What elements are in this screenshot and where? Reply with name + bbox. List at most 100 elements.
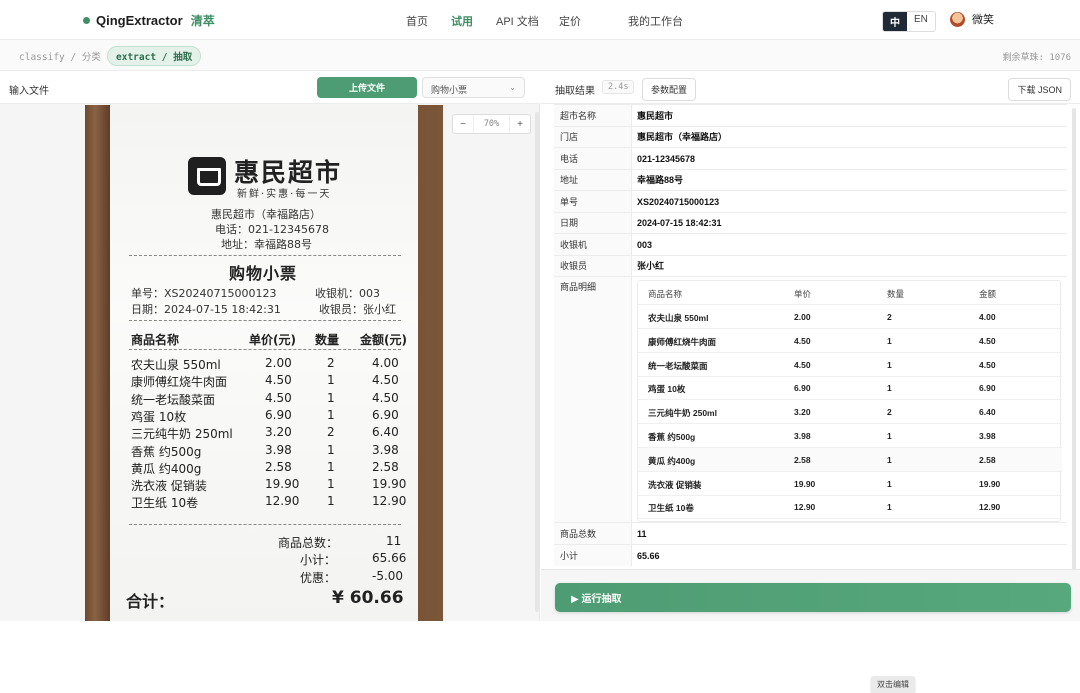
receipt-item-qty: 1 [327,459,335,474]
receipt-branch: 惠民超市（幸福路店） [211,208,321,221]
table-row[interactable]: 卫生纸 10卷 12.90 1 12.90 [638,495,1062,520]
items-cell-qty: 1 [887,478,892,489]
zoom-control: − 70% + [452,114,531,134]
table-row[interactable]: 统一老坛酸菜面 4.50 1 4.50 [638,353,1062,377]
divider [129,349,401,350]
result-field-key: 商品总数 [554,523,632,544]
receipt-address: 地址：幸福路88号 [221,238,312,251]
receipt-item-qty: 2 [327,425,335,440]
tab-classify[interactable]: classify / 分类 [19,49,101,63]
table-row[interactable]: 黄瓜 约400g 2.58 1 2.58 [638,447,1062,472]
table-row[interactable]: 农夫山泉 550ml 2.00 2 4.00 [638,305,1062,329]
result-field-value[interactable]: 021-12345678 [632,148,1067,169]
run-extract-button[interactable]: ▶ 运行抽取 [555,583,1071,612]
result-field-key: 收银机 [554,234,632,255]
items-cell-price: 3.98 [794,431,811,441]
items-cell-amount: 6.90 [979,383,996,394]
items-cell-name: 康师傅红烧牛肉面 [648,336,717,347]
result-field-value[interactable]: 幸福路88号 [632,170,1067,190]
user-name: 微笑 [972,14,994,26]
result-field-row: 收银员 张小红 [554,255,1067,276]
receipt-count-label: 商品总数： [278,536,339,550]
result-field-key: 日期 [554,213,632,233]
result-field-value[interactable]: XS20240715000123 [632,191,1067,212]
result-field-value[interactable]: 65.66 [632,545,1067,566]
avatar [950,11,965,27]
items-cell-price: 2.00 [794,312,811,322]
receipt-paper: 惠民超市 新鲜·实惠·每一天 惠民超市（幸福路店） 电话：021-1234567… [110,105,418,621]
top-nav: QingExtractor 清萃 首页 试用 API 文档 定价 我的工作台 中… [0,0,1080,40]
table-row[interactable]: 鸡蛋 10枚 6.90 1 6.90 [638,376,1062,401]
result-field-key: 商品明细 [554,277,632,522]
divider [129,320,401,321]
divider [129,524,401,525]
table-row[interactable]: 洗衣液 促销装 19.90 1 19.90 [638,472,1062,496]
user-menu[interactable]: 微笑 [950,11,994,27]
nav-home[interactable]: 首页 [406,13,428,29]
input-pane-header: 输入文件 上传文件 购物小票 ⌄ [0,72,540,104]
receipt-item-qty: 1 [327,390,335,405]
receipt-store-name: 惠民超市 [234,158,343,187]
language-switch: 中 EN [882,11,936,32]
result-field-value[interactable]: 惠民超市 [632,105,1067,126]
result-field-value[interactable]: 张小红 [632,256,1067,276]
zoom-out-button[interactable]: − [453,119,473,130]
result-field-key: 电话 [554,148,632,169]
result-field-row: 地址 幸福路88号 [554,169,1067,190]
receipt-item-amount: 3.98 [372,442,399,457]
receipt-item-price: 12.90 [265,494,300,509]
result-field-row: 商品总数 11 [554,522,1067,544]
receipt-image: 惠民超市 新鲜·实惠·每一天 惠民超市（幸福路店） 电话：021-1234567… [85,105,443,621]
receipt-item-name: 香蕉 约500g [131,444,202,459]
table-row[interactable]: 三元纯牛奶 250ml 3.20 2 6.40 [638,400,1062,425]
zoom-in-button[interactable]: + [510,119,530,130]
items-cell-amount: 6.40 [979,407,996,418]
items-table: 商品名称 单价 数量 金额 农夫山泉 550ml 2.00 2 4.00 康师傅红烧牛肉… [637,280,1062,693]
items-cell-name: 农夫山泉 550ml [648,313,709,323]
items-cell-price: 4.50 [794,359,811,370]
upload-button[interactable]: 上传文件 [317,77,417,98]
items-cell-qty: 1 [887,454,892,465]
right-scrollbar[interactable] [1072,108,1076,603]
table-row[interactable]: 康师傅红烧牛肉面 4.50 1 4.50 [638,329,1062,353]
cart-logo-icon [188,157,226,195]
result-field-value[interactable]: 003 [632,234,1067,255]
result-field-row: 超市名称 惠民超市 [554,104,1067,126]
receipt-item-amount: 6.40 [372,425,399,440]
items-col-name: 商品名称 [648,289,683,299]
receipt-item-amount: 4.00 [372,356,399,370]
receipt-item-price: 19.90 [265,477,300,492]
receipt-item-price: 2.58 [265,459,292,474]
nav-workspace[interactable]: 我的工作台 [628,13,683,29]
receipt-item-name: 统一老坛酸菜面 [131,392,216,407]
lang-zh-button[interactable]: 中 [883,12,907,31]
params-button[interactable]: 参数配置 [642,78,697,101]
receipt-discount: -5.00 [372,569,404,583]
receipt-slogan: 新鲜·实惠·每一天 [237,189,332,200]
left-scrollbar[interactable] [535,112,539,612]
receipt-total: ¥ 60.66 [332,588,404,608]
receipt-count: 11 [386,534,402,548]
tab-extract[interactable]: extract / 抽取 [107,46,202,66]
receipt-cashier: 收银员：张小红 [319,303,396,316]
items-cell-price: 19.90 [794,478,816,489]
download-json-button[interactable]: 下载 JSON [1008,78,1071,101]
result-field-key: 收银员 [554,256,632,276]
lang-en-button[interactable]: EN [907,12,935,31]
nav-pricing[interactable]: 定价 [559,13,581,29]
doc-type-select[interactable]: 购物小票 ⌄ [422,77,525,98]
items-cell-name: 香蕉 约500g [648,432,696,442]
receipt-item-name: 鸡蛋 10枚 [131,409,187,424]
receipt-item-amount: 2.58 [372,459,399,474]
receipt-item-name: 黄瓜 约400g [131,461,202,476]
result-field-value[interactable]: 2024-07-15 18:42:31 [632,213,1067,233]
table-row[interactable]: 香蕉 约500g 3.98 1 3.98 [638,424,1062,448]
brand[interactable]: QingExtractor 清萃 [83,12,215,29]
result-field-key: 单号 [554,191,632,212]
result-field-value[interactable]: 11 [632,523,1067,544]
nav-trial[interactable]: 试用 [451,13,473,29]
receipt-item-name: 农夫山泉 550ml [131,358,221,372]
divider [129,255,401,256]
result-field-value[interactable]: 惠民超市（幸福路店） [632,127,1067,147]
nav-api-docs[interactable]: API 文档 [496,13,539,29]
